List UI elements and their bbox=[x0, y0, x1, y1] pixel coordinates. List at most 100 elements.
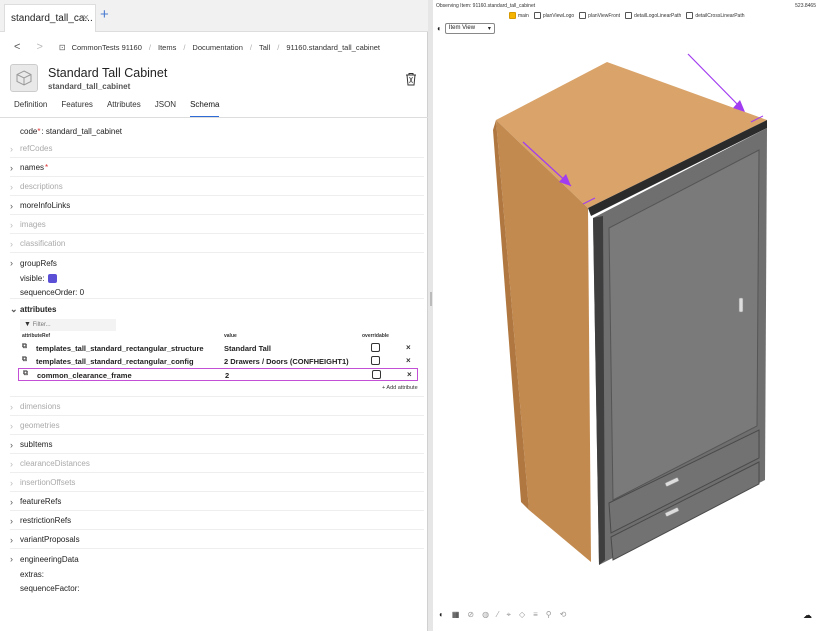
table-row[interactable]: ⧉ templates_tall_standard_rectangular_co… bbox=[18, 355, 418, 368]
overridable-checkbox[interactable] bbox=[372, 370, 381, 379]
layer-planviewfront[interactable]: planViewFront bbox=[579, 12, 620, 19]
grid-icon[interactable]: ▦ bbox=[452, 610, 460, 620]
row-names[interactable]: › names * bbox=[10, 159, 424, 177]
breadcrumb-separator: / bbox=[249, 42, 252, 52]
row-label: insertionOffsets bbox=[20, 478, 76, 487]
row-descriptions[interactable]: › descriptions bbox=[10, 178, 424, 196]
add-tab-button[interactable]: + bbox=[100, 6, 109, 23]
palette-icon[interactable]: ◐ bbox=[439, 610, 444, 620]
row-label: names bbox=[20, 163, 45, 172]
breadcrumb-item-items[interactable]: Items bbox=[158, 43, 176, 52]
forward-button[interactable]: > bbox=[36, 41, 42, 53]
row-clearancedistances[interactable]: › clearanceDistances bbox=[10, 455, 424, 473]
row-images[interactable]: › images bbox=[10, 216, 424, 234]
row-label: descriptions bbox=[20, 182, 63, 191]
tab-attributes[interactable]: Attributes bbox=[107, 100, 141, 118]
tab-json[interactable]: JSON bbox=[155, 100, 176, 118]
tab-schema[interactable]: Schema bbox=[190, 100, 220, 118]
layer-label: planViewFront bbox=[588, 12, 621, 19]
required-marker: * bbox=[45, 163, 49, 172]
target-icon[interactable]: ⌖ bbox=[506, 610, 511, 620]
tab-features[interactable]: Features bbox=[61, 100, 93, 118]
chevron-down-icon: ▾ bbox=[487, 26, 491, 32]
external-link-icon[interactable]: ⧉ bbox=[23, 370, 28, 378]
row-label: groupRefs bbox=[20, 258, 57, 268]
chevron-right-icon: › bbox=[10, 143, 13, 154]
breadcrumb-item-catalog[interactable]: CommonTests 91160 bbox=[72, 43, 142, 52]
tab-definition[interactable]: Definition bbox=[14, 100, 47, 118]
rotate-icon[interactable]: ⟲ bbox=[560, 610, 567, 620]
divider bbox=[10, 396, 424, 397]
sequence-order: sequenceOrder: 0 bbox=[20, 288, 85, 297]
material-icon[interactable]: ◍ bbox=[482, 610, 489, 620]
column-header-value: value bbox=[224, 333, 237, 339]
layers-icon[interactable]: ≡ bbox=[533, 610, 538, 620]
view-select[interactable]: Item View ▾ bbox=[444, 23, 495, 34]
overridable-checkbox[interactable] bbox=[371, 356, 380, 365]
cloud-icon[interactable]: ☁ bbox=[803, 610, 812, 621]
chevron-right-icon: › bbox=[10, 534, 13, 545]
layer-label: detailCrossLinearPath bbox=[695, 12, 745, 19]
row-restrictionrefs[interactable]: › restrictionRefs bbox=[10, 512, 424, 530]
app-root: standard_tall_ca... × + < > ⊡ CommonTest… bbox=[0, 0, 822, 631]
row-moreinfolinks[interactable]: › moreInfoLinks bbox=[10, 197, 424, 215]
row-refcodes[interactable]: › refCodes bbox=[10, 140, 424, 158]
table-row[interactable]: ⧉ templates_tall_standard_rectangular_st… bbox=[18, 342, 418, 355]
add-attribute-button[interactable]: + Add attribute bbox=[382, 385, 418, 391]
measure-icon[interactable]: ⁄ bbox=[497, 610, 498, 620]
layer-planviewlogo[interactable]: planViewLogo bbox=[533, 12, 575, 19]
hide-icon[interactable]: ⊘ bbox=[467, 610, 474, 620]
row-label: dimensions bbox=[20, 402, 61, 411]
overridable-checkbox[interactable] bbox=[371, 343, 380, 352]
row-grouprefs[interactable]: › groupRefs bbox=[10, 254, 424, 272]
chevron-right-icon: › bbox=[10, 477, 13, 488]
row-variantproposals[interactable]: › variantProposals bbox=[10, 531, 424, 549]
table-row-selected[interactable]: ⧉ common_clearance_frame 2 × bbox=[18, 368, 418, 381]
row-featurerefs[interactable]: › featureRefs bbox=[10, 493, 424, 511]
breadcrumb-item-tall[interactable]: Tall bbox=[259, 43, 270, 52]
row-geometries[interactable]: › geometries bbox=[10, 417, 424, 435]
visible-checkbox[interactable] bbox=[48, 274, 58, 283]
chevron-right-icon: › bbox=[10, 496, 13, 507]
row-classification[interactable]: › classification bbox=[10, 235, 424, 253]
breadcrumb-separator: / bbox=[183, 42, 186, 52]
layer-label: planViewLogo bbox=[542, 12, 575, 19]
back-button[interactable]: < bbox=[14, 41, 20, 53]
layer-detailcross[interactable]: detailCrossLinearPath bbox=[686, 12, 745, 19]
external-link-icon[interactable]: ⧉ bbox=[22, 356, 27, 364]
tab-close-icon[interactable]: × bbox=[83, 12, 89, 24]
remove-attribute-button[interactable]: × bbox=[406, 343, 411, 352]
remove-attribute-button[interactable]: × bbox=[407, 370, 412, 379]
chevron-right-icon: › bbox=[10, 515, 13, 526]
filter-input[interactable]: ▼ Filter... bbox=[20, 319, 116, 331]
checkbox-icon bbox=[686, 12, 694, 19]
tab-standard-tall-cabinet[interactable]: standard_tall_ca... × bbox=[4, 4, 96, 32]
search-icon[interactable]: ⚲ bbox=[546, 610, 552, 620]
chevron-right-icon: › bbox=[10, 181, 13, 192]
layer-detaillogo[interactable]: detailLogoLinearPath bbox=[625, 12, 681, 19]
row-label: engineeringData bbox=[20, 554, 79, 564]
trash-icon[interactable] bbox=[405, 72, 417, 86]
row-insertionoffsets[interactable]: › insertionOffsets bbox=[10, 474, 424, 492]
row-label: moreInfoLinks bbox=[20, 201, 71, 210]
cabinet-3d-view[interactable] bbox=[433, 40, 822, 605]
column-header-attributeref: attributeRef bbox=[22, 333, 51, 339]
shape-icon[interactable]: ◇ bbox=[519, 610, 525, 620]
layer-toggles: main planViewLogo planViewFront detailLo… bbox=[509, 12, 750, 19]
row-dimensions[interactable]: › dimensions bbox=[10, 398, 424, 416]
viewer-panel: Observing Item: 91160.standard_tall_cabi… bbox=[433, 0, 822, 631]
layer-main[interactable]: main bbox=[509, 12, 529, 19]
panel-splitter[interactable] bbox=[430, 292, 432, 306]
checkbox-icon bbox=[625, 12, 633, 19]
row-subitems[interactable]: › subItems bbox=[10, 436, 424, 454]
chevron-right-icon: › bbox=[10, 420, 13, 431]
row-label: subItems bbox=[20, 440, 53, 449]
breadcrumb-item-documentation[interactable]: Documentation bbox=[192, 43, 242, 52]
remove-attribute-button[interactable]: × bbox=[406, 356, 411, 365]
chevron-right-icon: › bbox=[10, 238, 13, 249]
code-label: code bbox=[20, 127, 38, 136]
code-field: code * : standard_tall_cabinet bbox=[20, 127, 122, 136]
row-engineeringdata[interactable]: › engineeringData bbox=[10, 550, 424, 568]
row-attributes[interactable]: ⌄ attributes bbox=[10, 300, 424, 318]
external-link-icon[interactable]: ⧉ bbox=[22, 343, 27, 351]
